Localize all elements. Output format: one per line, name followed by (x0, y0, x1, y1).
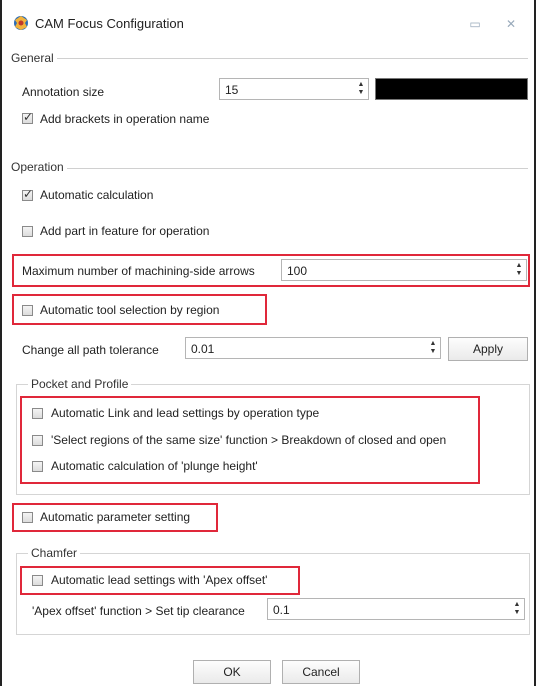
operation-legend: Operation (8, 160, 67, 174)
window-edge-left (0, 0, 2, 686)
cancel-button[interactable]: Cancel (282, 660, 360, 684)
annotation-color-swatch[interactable] (375, 78, 528, 100)
add-part-label: Add part in feature for operation (40, 224, 210, 238)
auto-calc-label: Automatic calculation (40, 188, 154, 202)
path-tol-label: Change all path tolerance (22, 343, 159, 357)
annotation-size-label: Annotation size (22, 85, 105, 99)
auto-calc-checkbox[interactable] (22, 187, 33, 201)
close-icon[interactable]: ✕ (504, 17, 518, 31)
general-legend: General (8, 51, 57, 65)
pocket-profile-legend: Pocket and Profile (28, 377, 132, 391)
apex-lead-checkbox[interactable] (32, 575, 43, 586)
pocket-select-regions-label: 'Select regions of the same size' functi… (51, 433, 447, 447)
chamfer-legend: Chamfer (28, 546, 81, 560)
tip-clearance-label: 'Apex offset' function > Set tip clearan… (32, 604, 245, 618)
operation-group-line (8, 168, 528, 169)
pocket-item-checkbox[interactable] (32, 435, 43, 446)
annotation-size-value: 15 (225, 83, 239, 97)
app-icon (14, 16, 28, 30)
window-title: CAM Focus Configuration (35, 16, 184, 31)
auto-tool-label: Automatic tool selection by region (40, 303, 220, 317)
tip-clearance-stepper[interactable]: ▲ ▼ (513, 601, 521, 617)
add-brackets-label: Add brackets in operation name (40, 112, 210, 126)
path-tol-stepper[interactable]: ▲ ▼ (429, 340, 437, 356)
auto-param-checkbox[interactable] (22, 512, 33, 523)
apply-button[interactable]: Apply (448, 337, 528, 361)
apex-lead-label: Automatic lead settings with 'Apex offse… (51, 573, 268, 587)
pocket-plunge-height-label: Automatic calculation of 'plunge height' (51, 459, 258, 473)
add-brackets-checkbox[interactable] (22, 110, 33, 124)
title-bar[interactable]: CAM Focus Configuration ▭ ✕ (2, 0, 534, 50)
auto-tool-checkbox[interactable] (22, 305, 33, 316)
path-tol-input[interactable]: 0.01 ▲ ▼ (185, 337, 441, 359)
max-arrows-input[interactable]: 100 ▲ ▼ (281, 259, 527, 281)
ok-button[interactable]: OK (193, 660, 271, 684)
max-arrows-stepper[interactable]: ▲ ▼ (515, 262, 523, 278)
tip-clearance-input[interactable]: 0.1 ▲ ▼ (267, 598, 525, 620)
cam-focus-dialog: CAM Focus Configuration ▭ ✕ General Anno… (0, 0, 536, 686)
annotation-size-input[interactable]: 15 ▲ ▼ (219, 78, 369, 100)
pocket-item-checkbox[interactable] (32, 461, 43, 472)
general-group-line (8, 58, 528, 59)
restore-icon[interactable]: ▭ (468, 17, 482, 31)
pocket-item-checkbox[interactable] (32, 408, 43, 419)
path-tol-value: 0.01 (191, 342, 215, 356)
add-part-checkbox[interactable] (22, 226, 33, 237)
max-arrows-label: Maximum number of machining-side arrows (22, 264, 255, 278)
tip-clearance-value: 0.1 (273, 603, 290, 617)
auto-param-label: Automatic parameter setting (40, 510, 191, 524)
pocket-link-lead-label: Automatic Link and lead settings by oper… (51, 406, 320, 420)
max-arrows-value: 100 (287, 264, 308, 278)
annotation-size-stepper[interactable]: ▲ ▼ (357, 81, 365, 97)
